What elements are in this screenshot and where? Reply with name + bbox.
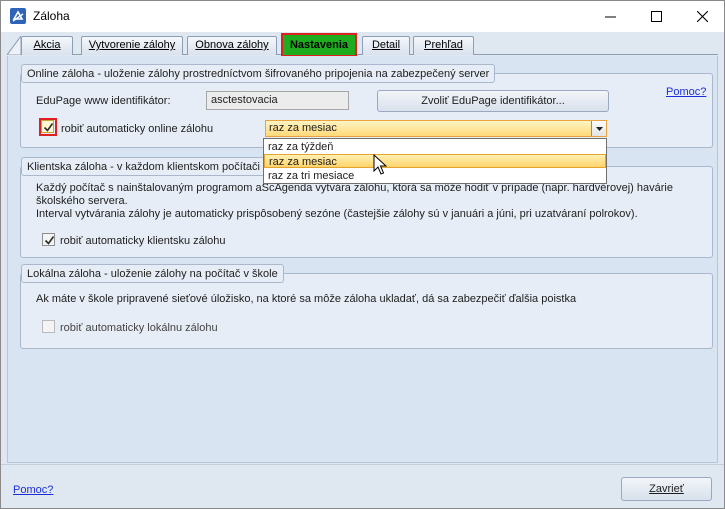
local-backup-description: Ak máte v škole pripravené sieťové úloži… bbox=[36, 293, 577, 305]
close-dialog-button-label: Zavrieť bbox=[649, 483, 684, 495]
choose-edupage-identifier-button[interactable]: Zvoliť EduPage identifikátor... bbox=[377, 90, 609, 112]
frequency-option-weekly[interactable]: raz za týždeň bbox=[264, 140, 606, 154]
tab-vytvorenie-zalohy-label: Vytvorenie zálohy bbox=[88, 39, 176, 51]
auto-client-backup-label: robiť automaticky klientsku zálohu bbox=[60, 235, 226, 247]
auto-online-backup-checkbox[interactable] bbox=[41, 120, 54, 133]
edupage-identifier-label: EduPage www identifikátor: bbox=[36, 95, 171, 107]
client-backup-line-3: Interval vytvárania zálohy je automatick… bbox=[36, 208, 638, 220]
tab-detail[interactable]: Detail bbox=[362, 36, 410, 55]
dropdown-arrow-button[interactable] bbox=[591, 121, 606, 136]
online-backup-group: Online záloha - uloženie zálohy prostred… bbox=[20, 64, 713, 148]
tab-obnova-zalohy[interactable]: Obnova zálohy bbox=[187, 36, 277, 55]
footer-help-link[interactable]: Pomoc? bbox=[13, 484, 53, 496]
backup-frequency-dropdown-list: raz za týždeň raz za mesiac raz za tri m… bbox=[263, 138, 607, 184]
edupage-identifier-field[interactable]: asctestovacia bbox=[206, 91, 349, 110]
close-window-button[interactable] bbox=[679, 1, 725, 31]
backup-frequency-selected: raz za mesiac bbox=[269, 122, 337, 134]
frequency-option-monthly[interactable]: raz za mesiac bbox=[264, 154, 606, 168]
close-dialog-button[interactable]: Zavrieť bbox=[621, 477, 712, 501]
tab-detail-label: Detail bbox=[371, 39, 401, 51]
dialog-footer: Pomoc? Zavrieť bbox=[1, 464, 724, 508]
title-bar[interactable]: Záloha bbox=[1, 1, 724, 32]
tab-prehlad[interactable]: Prehľad bbox=[413, 36, 474, 55]
auto-local-backup-checkbox[interactable] bbox=[42, 320, 55, 333]
tab-akcia-label: Akcia bbox=[33, 39, 61, 51]
maximize-button[interactable] bbox=[633, 1, 679, 31]
settings-panel: Online záloha - uloženie zálohy prostred… bbox=[7, 56, 718, 463]
client-backup-line-2: školského servera. bbox=[36, 195, 128, 207]
checkmark-icon bbox=[44, 236, 55, 245]
app-logo-icon bbox=[10, 8, 26, 24]
tab-nastavenia[interactable]: Nastavenia bbox=[281, 33, 357, 57]
auto-local-backup-label: robiť automaticky lokálnu zálohu bbox=[60, 322, 218, 334]
backup-frequency-combobox[interactable]: raz za mesiac bbox=[265, 120, 607, 137]
online-help-link[interactable]: Pomoc? bbox=[666, 86, 706, 98]
online-backup-group-title: Online záloha - uloženie zálohy prostred… bbox=[21, 64, 496, 83]
local-backup-group: Lokálna záloha - uloženie zálohy na počí… bbox=[20, 264, 713, 349]
tab-strip: Akcia Vytvorenie zálohy Obnova zálohy Na… bbox=[1, 32, 724, 57]
local-backup-group-title: Lokálna záloha - uloženie zálohy na počí… bbox=[21, 264, 284, 283]
maximize-icon bbox=[650, 10, 662, 22]
chevron-down-icon bbox=[595, 126, 603, 131]
backup-window: Záloha Akcia Vytvorenie zálohy Obnova zá… bbox=[0, 0, 725, 509]
tab-slant-decoration bbox=[7, 36, 21, 55]
tab-obnova-zalohy-label: Obnova zálohy bbox=[195, 39, 269, 51]
frequency-option-quarterly[interactable]: raz za tri mesiace bbox=[264, 169, 606, 183]
tab-prehlad-label: Prehľad bbox=[424, 39, 463, 51]
window-title: Záloha bbox=[33, 9, 70, 23]
auto-client-backup-checkbox[interactable] bbox=[42, 233, 55, 246]
mouse-cursor-icon bbox=[373, 154, 387, 175]
minimize-icon bbox=[604, 16, 616, 17]
client-backup-group-title: Klientska záloha - v každom klientskom p… bbox=[21, 157, 276, 176]
checkmark-icon bbox=[43, 123, 54, 132]
close-icon bbox=[696, 10, 708, 22]
minimize-button[interactable] bbox=[587, 1, 633, 31]
tab-nastavenia-label: Nastavenia bbox=[289, 39, 349, 51]
tab-vytvorenie-zalohy[interactable]: Vytvorenie zálohy bbox=[81, 36, 183, 55]
client-backup-description: Každý počítač s nainštalovaným programom… bbox=[36, 182, 706, 221]
auto-online-backup-label: robiť automaticky online zálohu bbox=[61, 123, 214, 135]
tab-akcia[interactable]: Akcia bbox=[21, 36, 73, 55]
